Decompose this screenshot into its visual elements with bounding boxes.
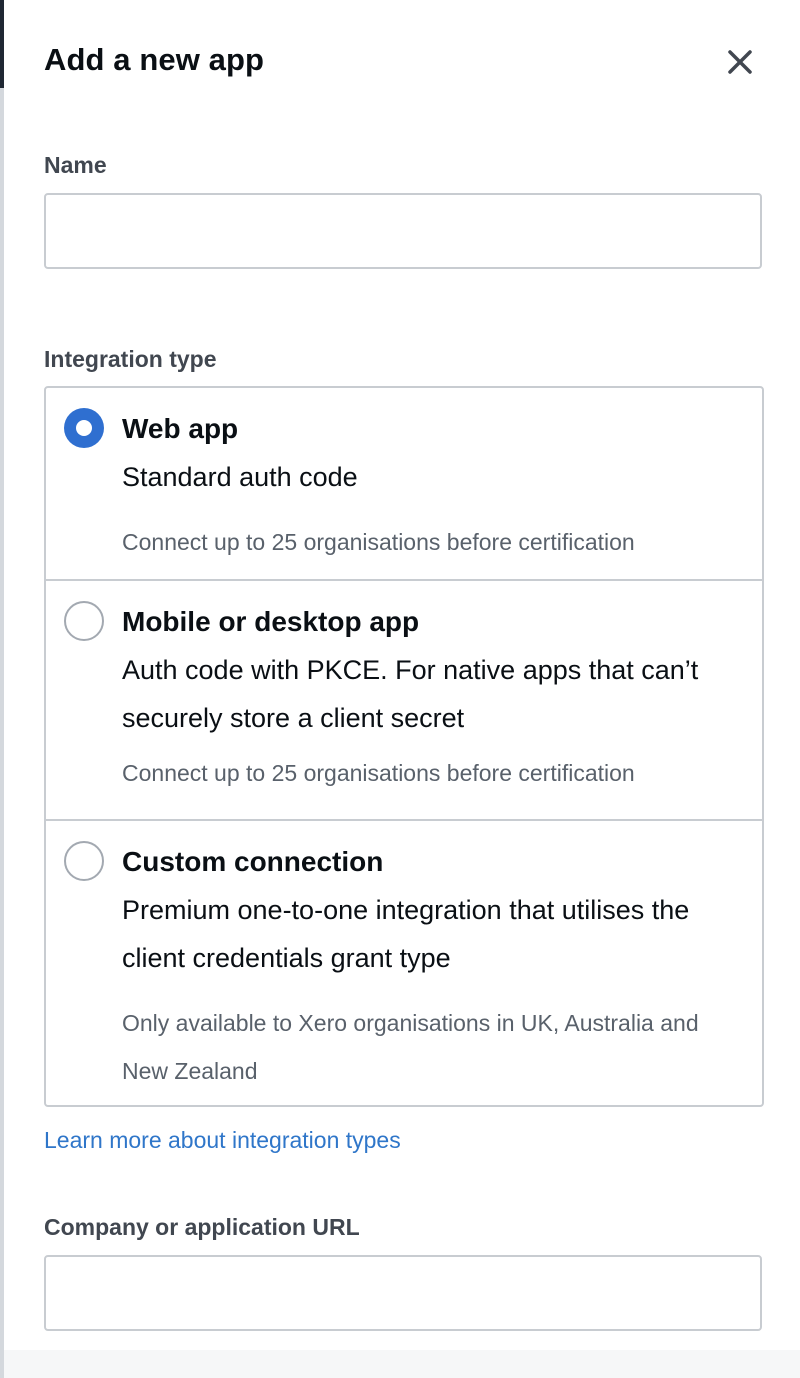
radio-mobile-desktop-app[interactable] [64, 601, 104, 641]
option-note: Connect up to 25 organisations before ce… [122, 760, 635, 786]
option-note: Only available to Xero organisations in … [122, 1010, 699, 1084]
option-note: Connect up to 25 organisations before ce… [122, 529, 635, 555]
option-title: Web app [122, 413, 239, 444]
option-title: Mobile or desktop app [122, 606, 420, 637]
close-icon [728, 50, 752, 74]
integration-type-radio-group: Web app Standard auth code Connect up to… [44, 386, 764, 1107]
dialog-footer-edge [4, 1350, 800, 1378]
option-custom-connection[interactable]: Custom connection Premium one-to-one int… [46, 819, 762, 1105]
company-url-input[interactable] [44, 1255, 762, 1331]
dialog-title: Add a new app [44, 42, 265, 77]
radio-web-app[interactable] [64, 408, 104, 448]
screen: Add a new app Name Integration type Web … [0, 0, 800, 1378]
option-mobile-desktop-app[interactable]: Mobile or desktop app Auth code with PKC… [46, 579, 762, 819]
option-description: Standard auth code [122, 462, 358, 492]
add-app-dialog: Add a new app Name Integration type Web … [4, 0, 800, 1378]
option-title: Custom connection [122, 846, 384, 877]
learn-more-integration-types-link[interactable]: Learn more about integration types [44, 1127, 401, 1154]
name-label: Name [44, 152, 107, 178]
option-description: Premium one-to-one integration that util… [122, 895, 690, 973]
radio-custom-connection[interactable] [64, 841, 104, 881]
close-button[interactable] [720, 42, 760, 82]
radio-selected-dot [76, 420, 92, 436]
option-description: Auth code with PKCE. For native apps tha… [122, 655, 699, 733]
name-input[interactable] [44, 193, 762, 269]
option-web-app[interactable]: Web app Standard auth code Connect up to… [46, 388, 762, 579]
integration-type-label: Integration type [44, 346, 217, 372]
company-url-label: Company or application URL [44, 1214, 360, 1240]
